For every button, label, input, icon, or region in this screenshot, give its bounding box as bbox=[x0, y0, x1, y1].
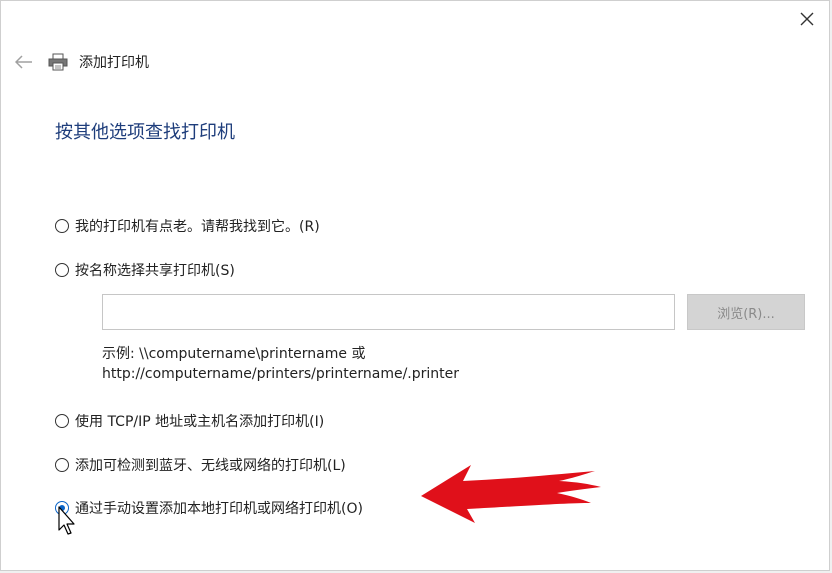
option-old-printer[interactable]: 我的打印机有点老。请帮我找到它。(R) bbox=[55, 216, 320, 236]
option-shared-printer[interactable]: 按名称选择共享打印机(S) bbox=[55, 260, 235, 280]
red-arrow-icon bbox=[421, 465, 601, 523]
option-bluetooth-wireless[interactable]: 添加可检测到蓝牙、无线或网络的打印机(L) bbox=[55, 455, 346, 475]
arrow-left-icon bbox=[15, 55, 32, 69]
header-title: 添加打印机 bbox=[79, 55, 149, 71]
option-label: 按名称选择共享打印机(S) bbox=[75, 263, 235, 279]
option-manual-local[interactable]: 通过手动设置添加本地打印机或网络打印机(O) bbox=[55, 498, 363, 518]
add-printer-dialog: 添加打印机 按其他选项查找打印机 我的打印机有点老。请帮我找到它。(R) 按名称… bbox=[0, 0, 830, 571]
page-title: 按其他选项查找打印机 bbox=[55, 122, 235, 143]
radio-button[interactable] bbox=[55, 414, 69, 428]
option-label: 添加可检测到蓝牙、无线或网络的打印机(L) bbox=[75, 458, 346, 474]
option-label: 使用 TCP/IP 地址或主机名添加打印机(I) bbox=[75, 414, 325, 430]
radio-button[interactable] bbox=[55, 263, 69, 277]
option-tcpip[interactable]: 使用 TCP/IP 地址或主机名添加打印机(I) bbox=[55, 411, 324, 431]
radio-button[interactable] bbox=[55, 458, 69, 472]
close-button[interactable] bbox=[795, 7, 819, 31]
mouse-cursor-icon bbox=[58, 506, 75, 535]
option-label: 我的打印机有点老。请帮我找到它。(R) bbox=[75, 219, 320, 235]
example-line-2: http://computername/printers/printername… bbox=[102, 366, 460, 382]
shared-printer-name-input[interactable] bbox=[102, 294, 675, 330]
option-label: 通过手动设置添加本地打印机或网络打印机(O) bbox=[75, 501, 363, 517]
dialog-header: 添加打印机 bbox=[11, 49, 149, 75]
close-icon bbox=[800, 12, 814, 26]
radio-button[interactable] bbox=[55, 219, 69, 233]
back-button[interactable] bbox=[11, 49, 37, 75]
printer-icon bbox=[47, 51, 69, 73]
example-line-1: 示例: \\computername\printername 或 bbox=[102, 346, 366, 362]
example-text: 示例: \\computername\printername 或 http://… bbox=[102, 344, 459, 384]
browse-button[interactable]: 浏览(R)... bbox=[687, 294, 805, 330]
